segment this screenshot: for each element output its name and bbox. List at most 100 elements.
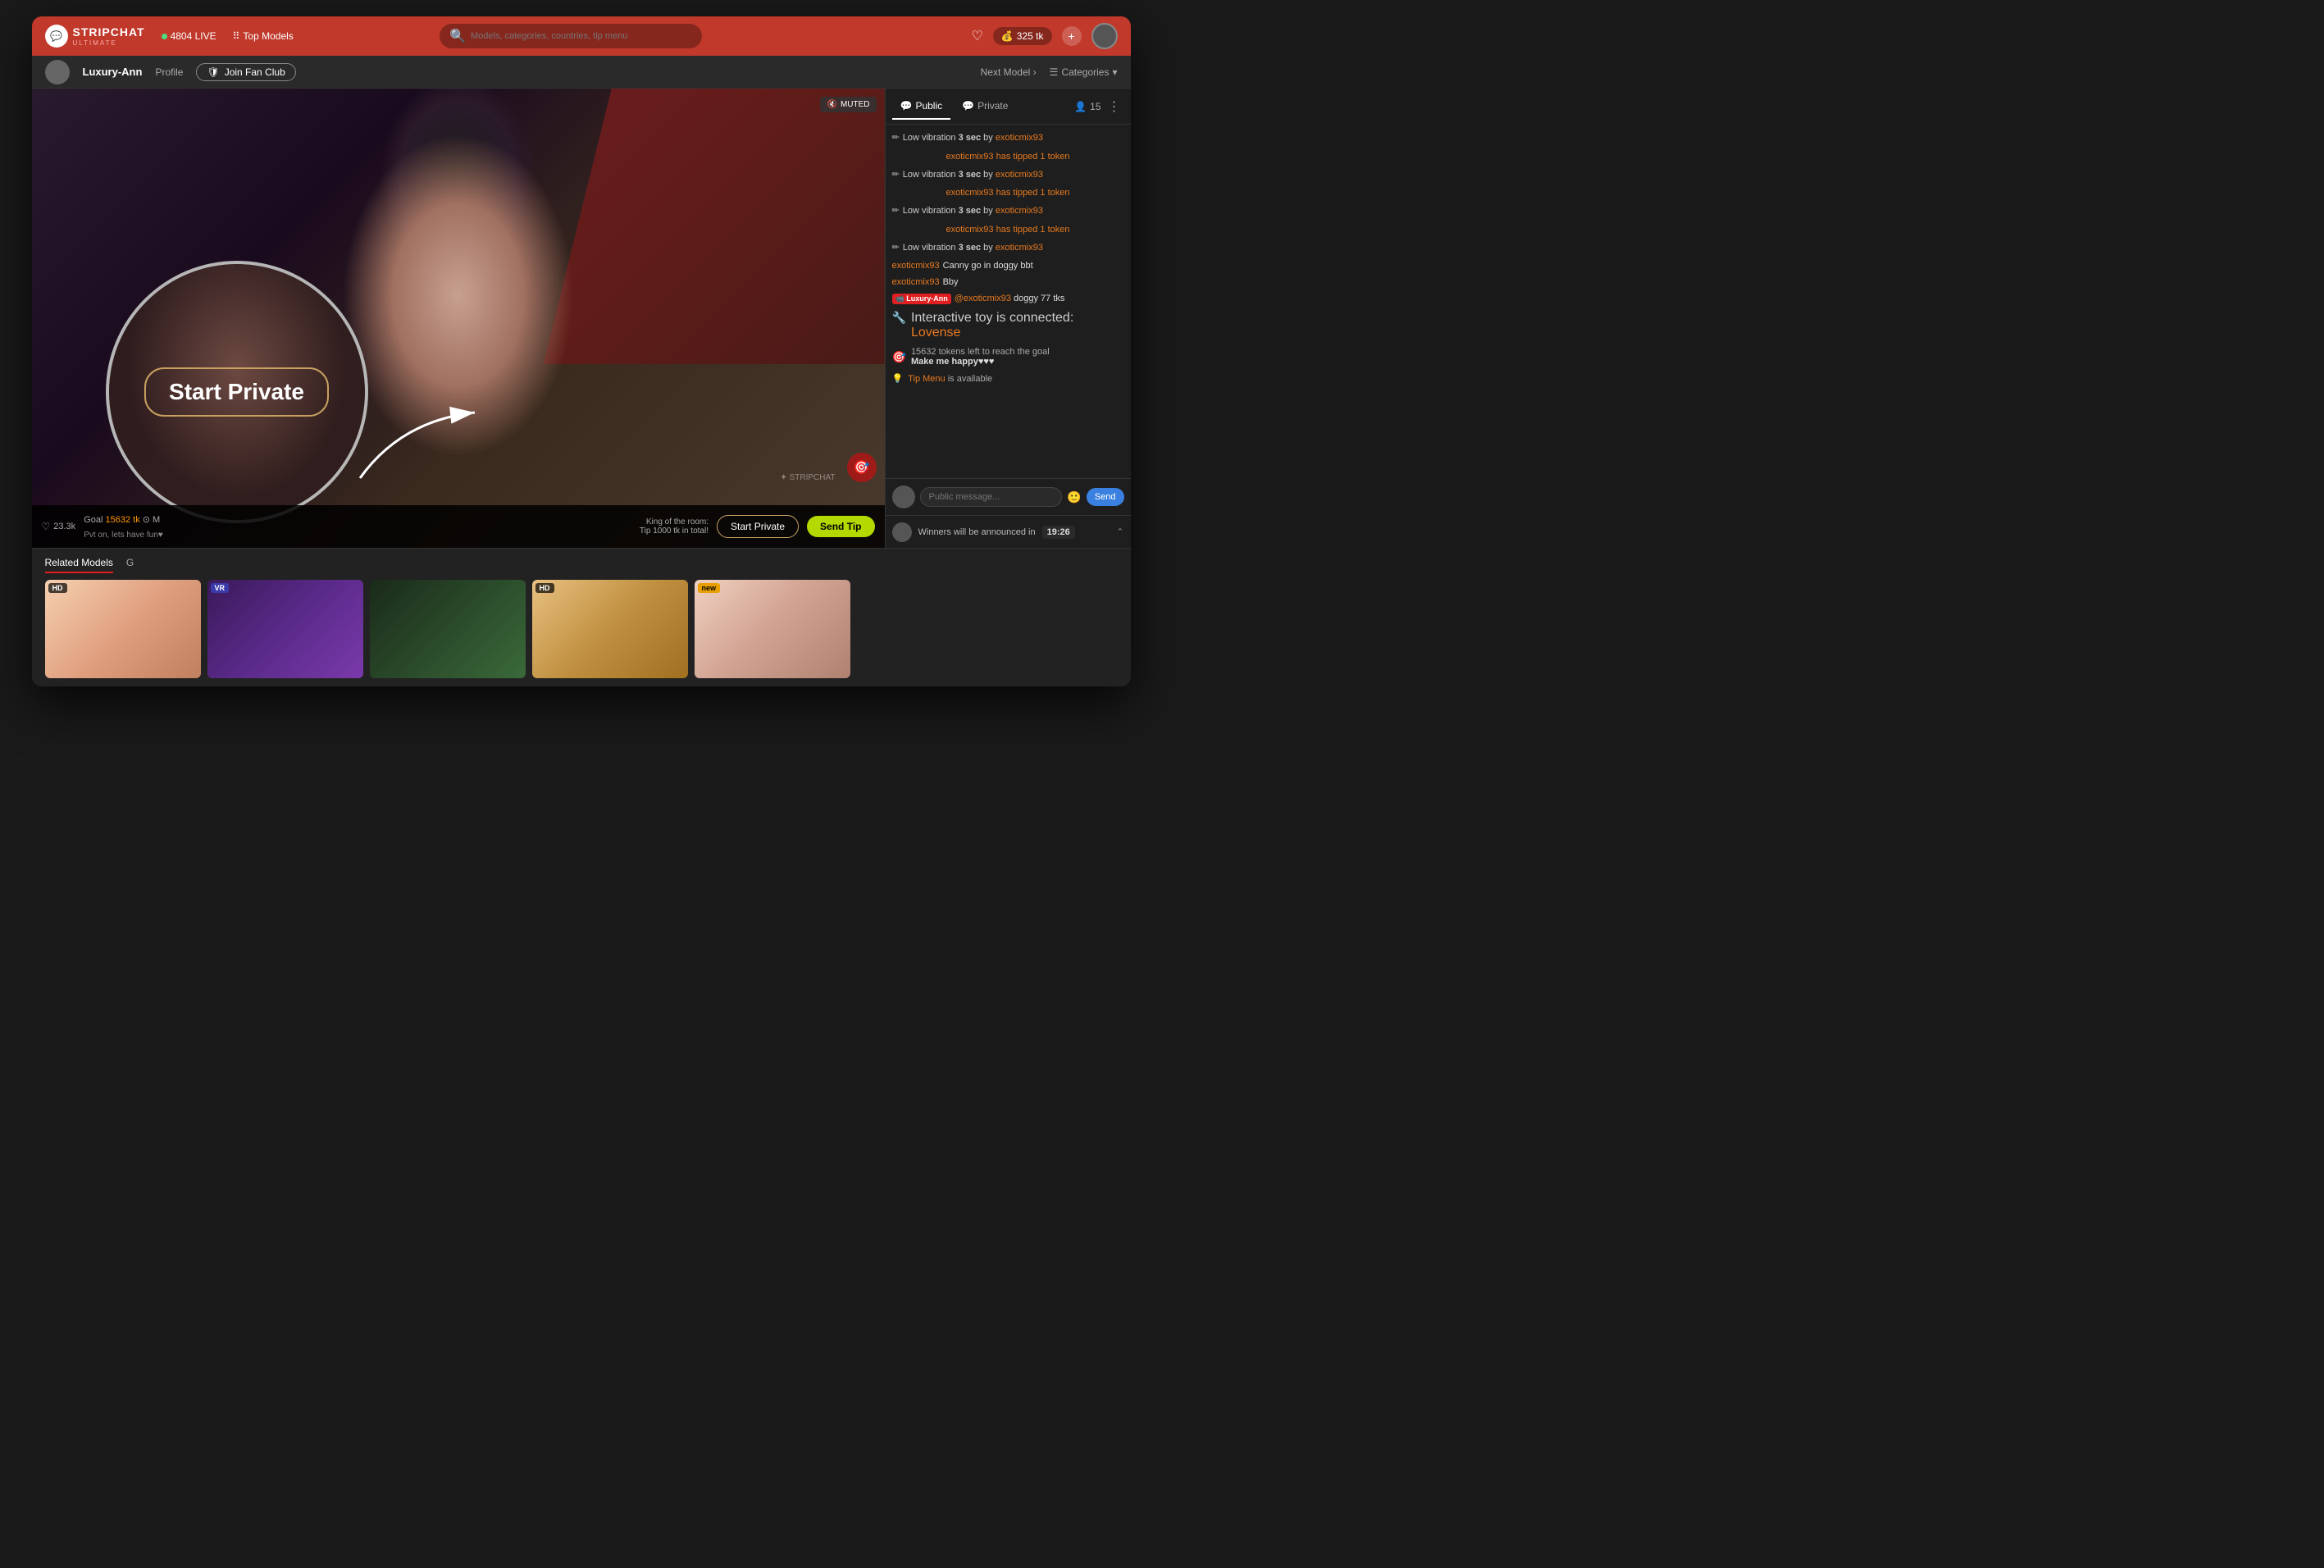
tipped-message: exoticmix93 has tipped 1 token [892, 188, 1124, 198]
related-tabs: Related Models G [45, 557, 1118, 573]
add-tokens-button[interactable]: + [1062, 26, 1082, 46]
tip-menu-message: 💡 Tip Menu is available [892, 373, 1124, 384]
chat-tabs: 💬 Public 💬 Private 👤 15 ⋮ [886, 89, 1131, 125]
tokens-icon: 💰 [1001, 30, 1014, 42]
emoji-button[interactable]: 🙂 [1067, 490, 1081, 504]
chat-more-button[interactable]: ⋮ [1105, 95, 1124, 118]
profile-link[interactable]: Profile [155, 66, 183, 78]
send-tip-button[interactable]: Send Tip [807, 516, 874, 537]
join-fan-club-button[interactable]: 🛡 Join Fan Club [196, 63, 295, 81]
model-card[interactable]: HD [45, 580, 201, 678]
vibration-icon: ✏ [892, 131, 900, 145]
live-count: 4804 LIVE [171, 30, 216, 42]
tab-public[interactable]: 💬 Public [892, 93, 951, 120]
user-avatar[interactable] [1091, 23, 1118, 49]
app-container: 💬 STRIPCHAT ULTIMATE 4804 LIVE ⠿ Top Mod… [32, 16, 1131, 686]
tipped-message: exoticmix93 has tipped 1 token [892, 152, 1124, 162]
fan-club-icon: 🛡 [207, 66, 219, 78]
heart-icon: ♡ [42, 521, 51, 532]
like-button[interactable]: ♡ 23.3k [42, 521, 76, 532]
goal-icon: 🎯 [892, 350, 906, 364]
chat-username: exoticmix93 [892, 277, 940, 287]
goal-label: Goal 15632 tk ⊙ M [84, 515, 160, 525]
model-avatar-small [45, 60, 70, 84]
chat-message: ✏ Low vibration 3 sec by exoticmix93 [892, 241, 1124, 255]
chat-message: exoticmix93 Bby [892, 277, 1124, 287]
lovense-link[interactable]: Lovense [911, 326, 961, 340]
chat-text: @exoticmix93 doggy 77 tks [955, 294, 1065, 304]
chat-input[interactable] [920, 487, 1063, 507]
muted-icon: 🔇 [827, 100, 836, 109]
like-count: 23.3k [53, 522, 75, 531]
goal-msg-bold: Make me happy♥♥♥ [911, 357, 1050, 367]
muted-badge: 🔇 MUTED [820, 97, 876, 112]
winners-text: Winners will be announced in [918, 527, 1036, 537]
app-title: STRIPCHAT [73, 25, 145, 39]
toy-icon: 🔧 [892, 311, 906, 325]
fan-club-label: Join Fan Club [225, 66, 285, 78]
tipped-message: exoticmix93 has tipped 1 token [892, 225, 1124, 235]
categories-icon: ☰ [1050, 66, 1059, 78]
model-name: Luxury-Ann [83, 66, 143, 78]
favorites-button[interactable]: ♡ [972, 28, 983, 44]
chat-text: Bby [943, 277, 959, 287]
top-models-icon: ⠿ [233, 30, 240, 42]
model-card[interactable]: VR [207, 580, 363, 678]
tip-menu-link[interactable]: Tip Menu [908, 374, 945, 384]
chat-panel: 💬 Public 💬 Private 👤 15 ⋮ ✏ [885, 89, 1131, 548]
users-icon: 👤 [1074, 101, 1087, 112]
stripchat-watermark: ✦ STRIPCHAT [780, 473, 835, 482]
main-content: 🔇 MUTED 🎯 ✦ STRIPCHAT Start Private [32, 89, 1131, 548]
chat-text: Canny go in doggy bbt [943, 261, 1033, 271]
search-input[interactable] [471, 31, 692, 41]
next-model-button[interactable]: Next Model › [981, 66, 1037, 78]
model-card[interactable]: new [695, 580, 850, 678]
logo-area: 💬 STRIPCHAT ULTIMATE [45, 25, 145, 48]
winners-avatar [892, 522, 912, 542]
winners-chevron-icon[interactable]: ⌃ [1116, 526, 1123, 537]
search-bar[interactable]: 🔍 [440, 24, 702, 48]
chat-input-area: 🙂 Send [886, 478, 1131, 515]
models-grid: HD VR HD new [45, 580, 1118, 678]
video-controls: ♡ 23.3k Goal 15632 tk ⊙ M Pvt on, lets h… [32, 505, 885, 548]
tab-private[interactable]: 💬 Private [954, 93, 1016, 120]
categories-button[interactable]: ☰ Categories ▾ [1050, 66, 1118, 78]
model-card-badge: VR [211, 583, 230, 593]
video-area: 🔇 MUTED 🎯 ✦ STRIPCHAT Start Private [32, 89, 885, 548]
model-card-image [370, 580, 526, 678]
system-message: 🔧 Interactive toy is connected: Lovense [892, 311, 1124, 340]
private-icon: 💬 [962, 100, 974, 112]
nav-right: ♡ 💰 325 tk + [972, 23, 1118, 49]
vibration-icon: ✏ [892, 241, 900, 255]
model-card-image [207, 580, 363, 678]
related-models-tab[interactable]: Related Models [45, 557, 113, 573]
live-dot [162, 34, 167, 39]
model-video [32, 89, 885, 548]
chat-message: ✏ Low vibration 3 sec by exoticmix93 [892, 131, 1124, 145]
logo-text-block: STRIPCHAT ULTIMATE [73, 25, 145, 47]
model-card-badge: new [698, 583, 721, 593]
bottom-section: Related Models G HD VR HD new [32, 548, 1131, 686]
app-subtitle: ULTIMATE [73, 40, 145, 47]
model-badge: 📹 Luxury-Ann [892, 294, 951, 304]
tip-menu-icon: 💡 [892, 373, 904, 384]
top-models-button[interactable]: ⠿ Top Models [226, 27, 300, 45]
chat-user-avatar [892, 485, 915, 508]
start-private-button[interactable]: Start Private [717, 515, 799, 538]
target-icon[interactable]: 🎯 [847, 453, 877, 482]
related-g-tab[interactable]: G [126, 557, 134, 573]
king-info: King of the room: Tip 1000 tk in total! [640, 517, 709, 536]
model-card[interactable]: HD [532, 580, 688, 678]
model-card-image [532, 580, 688, 678]
model-card-badge: HD [48, 583, 67, 593]
king-line2: Tip 1000 tk in total! [640, 526, 709, 536]
send-message-button[interactable]: Send [1087, 488, 1124, 506]
vibration-icon: ✏ [892, 204, 900, 218]
chat-message: exoticmix93 Canny go in doggy bbt [892, 261, 1124, 271]
model-card[interactable] [370, 580, 526, 678]
model-card-badge: HD [535, 583, 554, 593]
chat-username: exoticmix93 [892, 261, 940, 271]
tokens-button[interactable]: 💰 325 tk [993, 27, 1052, 45]
king-line1: King of the room: [640, 517, 709, 526]
winners-banner: Winners will be announced in 19:26 ⌃ [886, 515, 1131, 548]
